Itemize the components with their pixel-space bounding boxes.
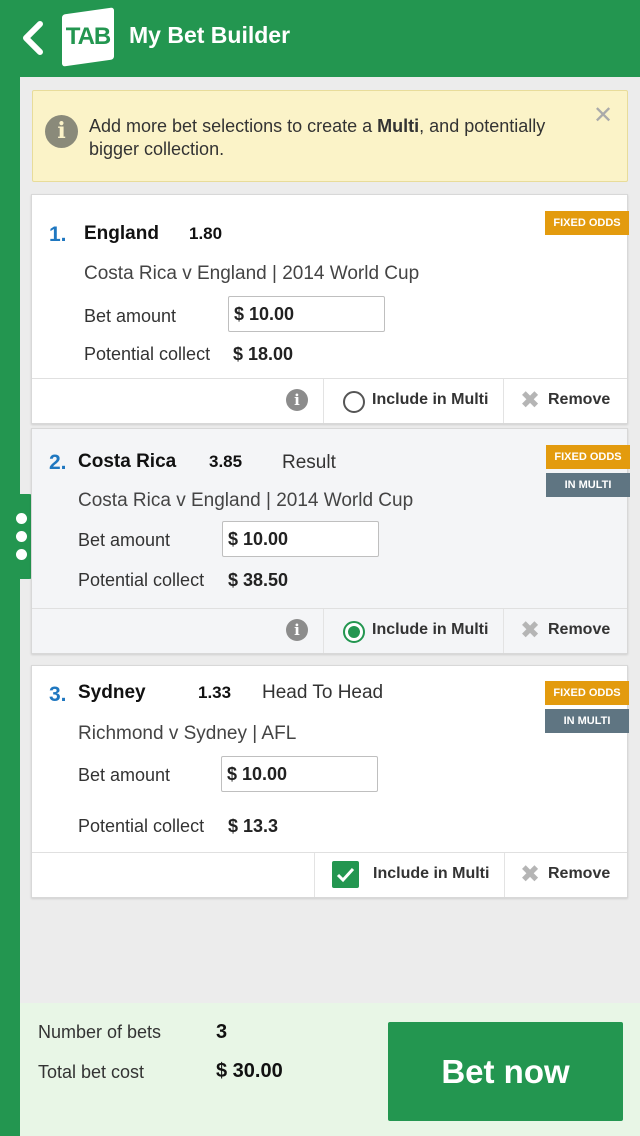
divider — [504, 853, 505, 897]
include-multi-label[interactable]: Include in Multi — [373, 865, 489, 883]
in-multi-badge: IN MULTI — [546, 473, 630, 497]
include-multi-checkbox[interactable] — [332, 861, 359, 888]
checkmark-icon — [336, 867, 355, 883]
bet-summary-footer: Number of bets 3 Total bet cost $ 30.00 … — [20, 1003, 640, 1136]
info-icon[interactable]: i — [286, 619, 308, 641]
page-title: My Bet Builder — [129, 22, 291, 48]
side-drawer-strip — [0, 77, 20, 1136]
remove-button[interactable]: Remove — [548, 621, 610, 639]
total-cost-label: Total bet cost — [38, 1062, 145, 1082]
bet-number: 1. — [49, 223, 67, 246]
bet-selection: Costa Rica — [78, 451, 177, 472]
tab-logo: TAB — [62, 7, 114, 67]
remove-icon[interactable]: ✖ — [520, 616, 540, 645]
bet-actions: Include in Multi ✖ Remove — [32, 852, 627, 897]
total-cost-value: $ 30.00 — [216, 1060, 283, 1082]
fixed-odds-badge: FIXED ODDS — [545, 211, 629, 235]
bet-amount-label: Bet amount — [84, 306, 177, 326]
bet-actions: i Include in Multi ✖ Remove — [32, 608, 627, 653]
number-of-bets-label: Number of bets — [38, 1022, 162, 1042]
bet-amount-field[interactable]: $ 10.00 — [228, 296, 385, 332]
bet-card: 1. England 1.80 FIXED ODDS Costa Rica v … — [31, 194, 629, 424]
bet-type: Result — [282, 452, 336, 473]
bet-selection: England — [84, 223, 159, 244]
include-multi-radio[interactable] — [343, 621, 365, 643]
info-icon: i — [45, 115, 78, 148]
bet-type: Head To Head — [262, 682, 384, 703]
bet-card: 3. Sydney 1.33 Head To Head FIXED ODDS I… — [31, 665, 629, 898]
bet-event: Costa Rica v England | 2014 World Cup — [78, 490, 414, 511]
handle-dot-icon — [16, 531, 27, 542]
potential-collect-value: $ 38.50 — [228, 570, 289, 590]
divider — [503, 379, 504, 423]
potential-collect-label: Potential collect — [84, 344, 211, 364]
divider — [323, 609, 324, 653]
divider — [323, 379, 324, 423]
potential-collect-label: Potential collect — [78, 816, 205, 836]
potential-collect-label: Potential collect — [78, 570, 205, 590]
bet-amount-label: Bet amount — [78, 530, 171, 550]
bet-card: 2. Costa Rica 3.85 Result FIXED ODDS IN … — [31, 428, 630, 654]
handle-dot-icon — [16, 549, 27, 560]
number-of-bets-value: 3 — [216, 1021, 228, 1043]
bet-odds: 3.85 — [209, 452, 243, 471]
back-arrow-icon[interactable] — [18, 18, 48, 58]
bet-amount-field[interactable]: $ 10.00 — [221, 756, 378, 792]
divider — [314, 853, 315, 897]
fixed-odds-badge: FIXED ODDS — [545, 681, 629, 705]
bet-now-button[interactable]: Bet now — [388, 1022, 623, 1121]
include-multi-label[interactable]: Include in Multi — [372, 621, 488, 639]
multi-notice: i Add more bet selections to create a Mu… — [32, 90, 628, 182]
remove-button[interactable]: Remove — [548, 391, 610, 409]
remove-icon[interactable]: ✖ — [520, 860, 540, 889]
bet-amount-label: Bet amount — [78, 765, 171, 785]
bet-number: 3. — [49, 683, 67, 706]
in-multi-badge: IN MULTI — [545, 709, 629, 733]
bet-selection: Sydney — [78, 682, 146, 703]
bet-event: Richmond v Sydney | AFL — [78, 723, 297, 744]
bet-actions: i Include in Multi ✖ Remove — [32, 378, 627, 423]
remove-icon[interactable]: ✖ — [520, 386, 540, 415]
close-icon[interactable]: ✕ — [593, 101, 613, 130]
divider — [503, 609, 504, 653]
bet-number: 2. — [49, 451, 67, 474]
bet-odds: 1.33 — [198, 683, 232, 702]
bet-amount-field[interactable]: $ 10.00 — [222, 521, 379, 557]
remove-button[interactable]: Remove — [548, 865, 610, 883]
include-multi-radio[interactable] — [343, 391, 365, 413]
potential-collect-value: $ 13.3 — [228, 816, 279, 836]
notice-message: Add more bet selections to create a Mult… — [89, 116, 546, 159]
app-header: TAB My Bet Builder — [0, 0, 640, 77]
fixed-odds-badge: FIXED ODDS — [546, 445, 630, 469]
handle-dot-icon — [16, 513, 27, 524]
include-multi-label[interactable]: Include in Multi — [372, 391, 488, 409]
bet-odds: 1.80 — [189, 224, 223, 243]
bet-event: Costa Rica v England | 2014 World Cup — [84, 263, 420, 284]
potential-collect-value: $ 18.00 — [233, 344, 294, 364]
info-icon[interactable]: i — [286, 389, 308, 411]
